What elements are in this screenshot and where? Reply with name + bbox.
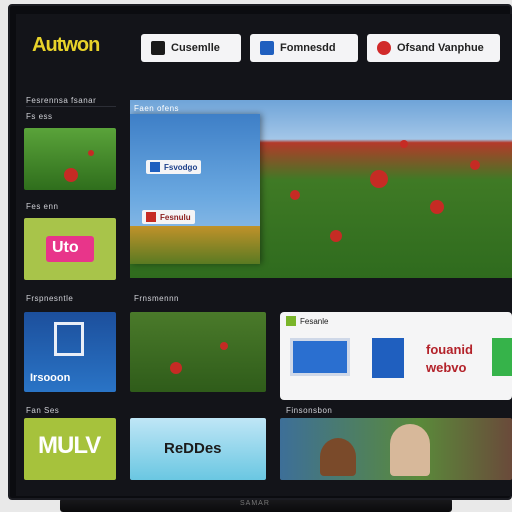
nav-button-1[interactable]: Cusemlle (141, 34, 241, 62)
content-tile[interactable] (24, 128, 116, 190)
video-icon (151, 41, 165, 55)
person-image (320, 438, 356, 476)
promo-text: fouanid (426, 342, 473, 357)
record-icon (377, 41, 391, 55)
flower-decoration (88, 150, 94, 156)
section-label: Finsonsbon (286, 406, 333, 415)
nav-button-label: Fomnesdd (280, 42, 336, 54)
tile-label: ReDDes (164, 440, 222, 457)
hero-info-panel: Fsvodgo Fesnulu (130, 114, 260, 264)
section-label: Fesrennsa fsanar (26, 96, 97, 105)
tile-label: MULV (38, 432, 101, 459)
promo-screen-image (290, 338, 350, 376)
flower-decoration (220, 342, 228, 350)
flower-decoration (64, 168, 78, 182)
app-icon (150, 162, 160, 172)
hero-badge: Fesnulu (142, 210, 195, 224)
section-label: Fs ess (26, 112, 53, 121)
flower-decoration (290, 190, 300, 200)
nav-button-2[interactable]: Fomnesdd (250, 34, 358, 62)
tv-brand-label: SAMAR (240, 500, 270, 507)
promo-text: webvo (426, 360, 467, 375)
section-label: Frspnesntle (26, 294, 74, 303)
hero-banner[interactable]: Fsvodgo Fesnulu (130, 100, 512, 278)
promo-header-label: Fesanle (300, 316, 329, 326)
hero-panel-image (130, 226, 260, 264)
section-label: Frnsmennn (134, 294, 179, 303)
person-image (390, 424, 430, 476)
promo-app-icon (492, 338, 512, 376)
hero-badge-label: Fesnulu (160, 212, 191, 222)
tile-label: Irsooon (30, 372, 71, 384)
flower-decoration (170, 362, 182, 374)
content-tile[interactable]: Uto (24, 218, 116, 280)
content-tile[interactable] (280, 418, 512, 480)
flower-decoration (400, 140, 408, 148)
divider (26, 106, 116, 107)
hero-caption: Faen ofens (134, 104, 180, 113)
flower-decoration (470, 160, 480, 170)
app-icon (146, 212, 156, 222)
content-tile[interactable]: MULV (24, 418, 116, 480)
app-icon (286, 316, 296, 326)
flower-decoration (430, 200, 444, 214)
nav-button-label: Cusemlle (171, 42, 220, 54)
nav-button-label: Ofsand Vanphue (397, 42, 484, 54)
section-label: Fes enn (26, 202, 59, 211)
content-tile[interactable]: ReDDes (130, 418, 266, 480)
promo-card[interactable]: Fesanle fouanid webvo (280, 312, 512, 400)
promo-app-icon (372, 338, 404, 378)
section-label: Fan Ses (26, 406, 60, 415)
tile-logo-block (54, 322, 84, 356)
monitor-icon (260, 41, 274, 55)
content-tile[interactable]: Irsooon (24, 312, 116, 392)
hero-badge: Fsvodgo (146, 160, 202, 174)
app-logo: Autwon (32, 34, 100, 56)
content-tile[interactable] (130, 312, 266, 392)
hero-badge-label: Fsvodgo (164, 162, 198, 172)
tv-screen: Autwon Cusemlle Fomnesdd Ofsand Vanphue … (16, 14, 512, 496)
flower-decoration (370, 170, 388, 188)
tile-label: Uto (52, 239, 79, 256)
flower-decoration (330, 230, 342, 242)
promo-header: Fesanle (286, 316, 328, 326)
nav-button-3[interactable]: Ofsand Vanphue (367, 34, 500, 62)
